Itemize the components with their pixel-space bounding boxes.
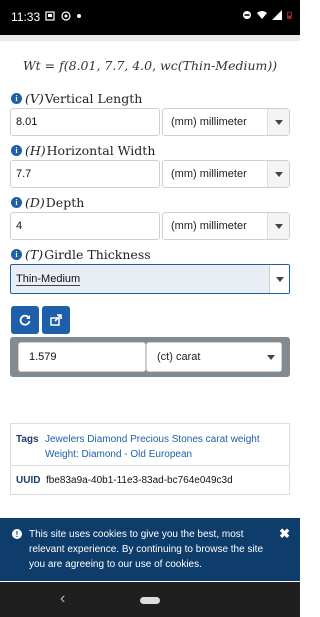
girdle-thickness-label: i (T) Girdle Thickness: [11, 246, 151, 262]
alert-icon: !: [12, 529, 22, 539]
gallery-notification-icon: [45, 11, 55, 21]
cookie-message: This site uses cookies to give you the b…: [29, 529, 264, 570]
chevron-down-icon[interactable]: [261, 343, 281, 371]
label-text: Girdle Thickness: [44, 246, 151, 262]
horizontal-width-label: i (H) Horizontal Width: [11, 142, 155, 158]
battery-low-icon: [287, 11, 292, 19]
tags-row: Tags Jewelers Diamond Precious Stones ca…: [11, 424, 289, 466]
metadata-table: Tags Jewelers Diamond Precious Stones ca…: [10, 423, 290, 495]
variable-symbol: (H): [25, 142, 46, 158]
label-text: Depth: [45, 194, 85, 210]
data-saver-icon: [243, 11, 251, 19]
chevron-down-icon[interactable]: [269, 265, 289, 293]
more-notifications-dot-icon: [77, 14, 81, 18]
horizontal-width-unit-select[interactable]: (mm) millimeter: [162, 160, 290, 188]
unit-select-value: (mm) millimeter: [171, 220, 247, 232]
vertical-length-input[interactable]: 8.01: [10, 108, 160, 136]
tag-link[interactable]: Weight: Diamond - Old European: [45, 449, 192, 460]
unit-select-value: (mm) millimeter: [171, 168, 247, 180]
refresh-button[interactable]: [11, 306, 39, 334]
depth-label: i (D) Depth: [11, 194, 84, 210]
formula-display: Wt = f(8.01, 7.7, 4.0, wc(Thin-Medium)): [22, 58, 278, 73]
wifi-icon: [257, 11, 267, 19]
vertical-length-label: i (V) Vertical Length: [11, 90, 142, 106]
share-icon: [50, 314, 62, 326]
share-button[interactable]: [42, 306, 70, 334]
tags-key: Tags: [16, 434, 39, 445]
info-icon[interactable]: i: [11, 248, 22, 260]
label-text: Horizontal Width: [46, 142, 156, 158]
header-divider: [0, 35, 300, 41]
uuid-key: UUID: [16, 475, 41, 486]
label-text: Vertical Length: [44, 90, 143, 106]
horizontal-width-input[interactable]: 7.7: [10, 160, 160, 188]
tag-link[interactable]: Jewelers: [45, 434, 84, 445]
tag-link[interactable]: carat: [206, 434, 228, 445]
depth-input[interactable]: 4: [10, 212, 160, 240]
home-pill-icon[interactable]: [140, 597, 160, 604]
whatsapp-notification-icon: [61, 11, 71, 21]
signal-icon: [272, 10, 282, 20]
chevron-down-icon[interactable]: [267, 213, 289, 239]
status-notification-icons: [45, 11, 81, 21]
info-icon[interactable]: i: [11, 92, 22, 104]
result-unit-select[interactable]: (ct) carat: [146, 342, 282, 372]
status-time: 11:33: [11, 10, 41, 24]
tag-link[interactable]: Diamond: [87, 434, 127, 445]
result-panel: 1.579 (ct) carat: [10, 337, 290, 377]
variable-symbol: (V): [25, 90, 44, 106]
close-icon[interactable]: ✖: [279, 526, 290, 541]
girdle-selected-value: Thin-Medium: [16, 272, 81, 286]
back-icon[interactable]: ‹: [60, 590, 65, 608]
tag-link[interactable]: weight: [231, 434, 260, 445]
tags-list: Jewelers Diamond Precious Stones carat w…: [45, 432, 285, 462]
variable-symbol: (T): [25, 246, 44, 262]
vertical-length-unit-select[interactable]: (mm) millimeter: [162, 108, 290, 136]
result-value-output[interactable]: 1.579: [18, 342, 146, 372]
variable-symbol: (D): [25, 194, 45, 210]
unit-select-value: (mm) millimeter: [171, 116, 247, 128]
info-icon[interactable]: i: [11, 144, 22, 156]
result-unit-value: (ct) carat: [157, 351, 201, 363]
status-system-icons: [242, 10, 294, 20]
refresh-icon: [19, 314, 31, 326]
chevron-down-icon[interactable]: [267, 161, 289, 187]
chevron-down-icon[interactable]: [267, 109, 289, 135]
cookie-banner: ! This site uses cookies to give you the…: [0, 518, 300, 581]
depth-unit-select[interactable]: (mm) millimeter: [162, 212, 290, 240]
info-icon[interactable]: i: [11, 196, 22, 208]
girdle-thickness-select[interactable]: Thin-Medium: [10, 264, 290, 294]
status-bar: 11:33: [0, 0, 300, 35]
tag-link[interactable]: Precious Stones: [130, 434, 203, 445]
uuid-value: fbe83a9a-40b1-11e3-83ad-bc764e049c3d: [46, 475, 233, 486]
uuid-row: UUID fbe83a9a-40b1-11e3-83ad-bc764e049c3…: [11, 466, 289, 495]
system-navigation-bar: ‹: [0, 582, 300, 617]
